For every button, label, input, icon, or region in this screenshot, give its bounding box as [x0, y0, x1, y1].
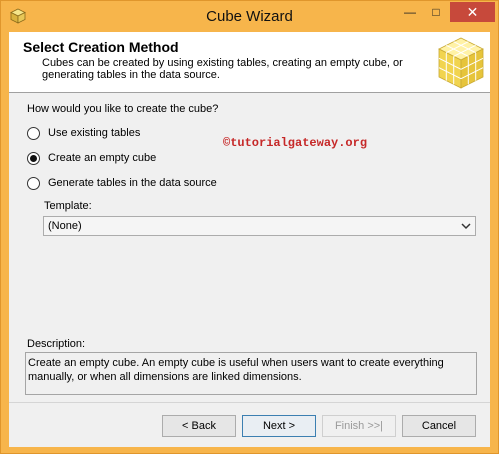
option-use-existing-tables[interactable]: Use existing tables	[27, 125, 140, 141]
cancel-button[interactable]: Cancel	[402, 415, 476, 437]
option-create-empty-cube[interactable]: Create an empty cube	[27, 150, 156, 166]
template-selected-value: (None)	[48, 220, 82, 232]
wizard-client-area: Select Creation Method Cubes can be crea…	[9, 32, 490, 447]
maximize-button[interactable]: □	[423, 2, 449, 22]
finish-button[interactable]: Finish >>|	[322, 415, 396, 437]
option-generate-tables[interactable]: Generate tables in the data source	[27, 175, 217, 191]
description-label: Description:	[27, 338, 86, 350]
footer-divider	[9, 402, 490, 403]
radio-generate-tables[interactable]	[27, 176, 40, 190]
next-button[interactable]: Next >	[242, 415, 316, 437]
close-button[interactable]: ✕	[450, 2, 495, 22]
template-dropdown[interactable]: (None)	[43, 216, 476, 236]
option-label[interactable]: Generate tables in the data source	[48, 177, 217, 189]
option-label[interactable]: Use existing tables	[48, 127, 140, 139]
page-title: Select Creation Method	[23, 39, 179, 55]
description-box: Create an empty cube. An empty cube is u…	[25, 352, 477, 395]
creation-question: How would you like to create the cube?	[27, 103, 219, 115]
option-label[interactable]: Create an empty cube	[48, 152, 156, 164]
back-button[interactable]: < Back	[162, 415, 236, 437]
title-bar[interactable]: Cube Wizard — □ ✕	[1, 1, 498, 32]
cube-wizard-window: Cube Wizard — □ ✕ Select Creation Method…	[0, 0, 499, 454]
template-label: Template:	[44, 200, 92, 212]
watermark-text: ©tutorialgateway.org	[223, 136, 368, 150]
page-description: Cubes can be created by using existing t…	[42, 57, 403, 81]
cube-icon	[438, 37, 484, 89]
radio-create-empty-cube[interactable]	[27, 151, 40, 165]
radio-use-existing-tables[interactable]	[27, 126, 40, 140]
minimize-button[interactable]: —	[397, 2, 423, 22]
chevron-down-icon[interactable]	[460, 220, 472, 232]
wizard-header: Select Creation Method Cubes can be crea…	[9, 32, 490, 93]
